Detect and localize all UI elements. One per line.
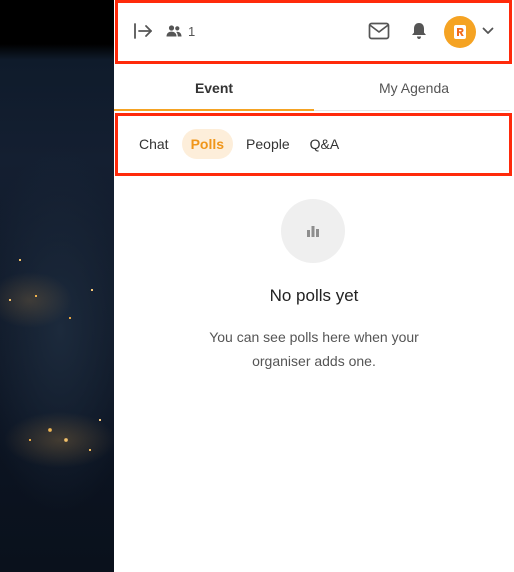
user-avatar[interactable]: [444, 16, 476, 48]
event-side-panel: 1 Event My Agenda Chat Polls People Q&A …: [114, 0, 514, 572]
top-bar: 1: [114, 0, 514, 62]
event-subtabs: Chat Polls People Q&A: [132, 129, 346, 159]
empty-state-title: No polls yet: [269, 286, 359, 305]
tab-event[interactable]: Event: [114, 66, 314, 111]
subtab-people[interactable]: People: [239, 129, 297, 159]
mail-icon[interactable]: [368, 20, 390, 42]
subtab-polls[interactable]: Polls: [181, 129, 234, 159]
bar-chart-icon: [281, 199, 345, 263]
subtab-qa-label: Q&A: [309, 136, 340, 152]
tab-my-agenda[interactable]: My Agenda: [314, 66, 514, 110]
subtab-chat-label: Chat: [139, 136, 169, 152]
subtab-qa[interactable]: Q&A: [303, 129, 347, 159]
attendee-count-value: 1: [188, 23, 196, 39]
subtab-people-label: People: [246, 136, 290, 152]
leave-event-icon[interactable]: [132, 21, 154, 41]
tab-my-agenda-label: My Agenda: [378, 80, 450, 96]
subtab-polls-label: Polls: [190, 136, 225, 152]
subtab-chat[interactable]: Chat: [132, 129, 176, 159]
chevron-down-icon[interactable]: [482, 25, 494, 37]
empty-state-message: You can see polls here when your organis…: [209, 329, 419, 369]
bell-icon[interactable]: [410, 20, 428, 42]
background-photo: [0, 0, 114, 572]
people-icon: [166, 25, 182, 37]
panel-edge: [510, 0, 514, 572]
attendee-count[interactable]: 1: [166, 22, 195, 40]
main-tabs: Event My Agenda: [114, 66, 514, 111]
tab-event-label: Event: [194, 80, 234, 96]
